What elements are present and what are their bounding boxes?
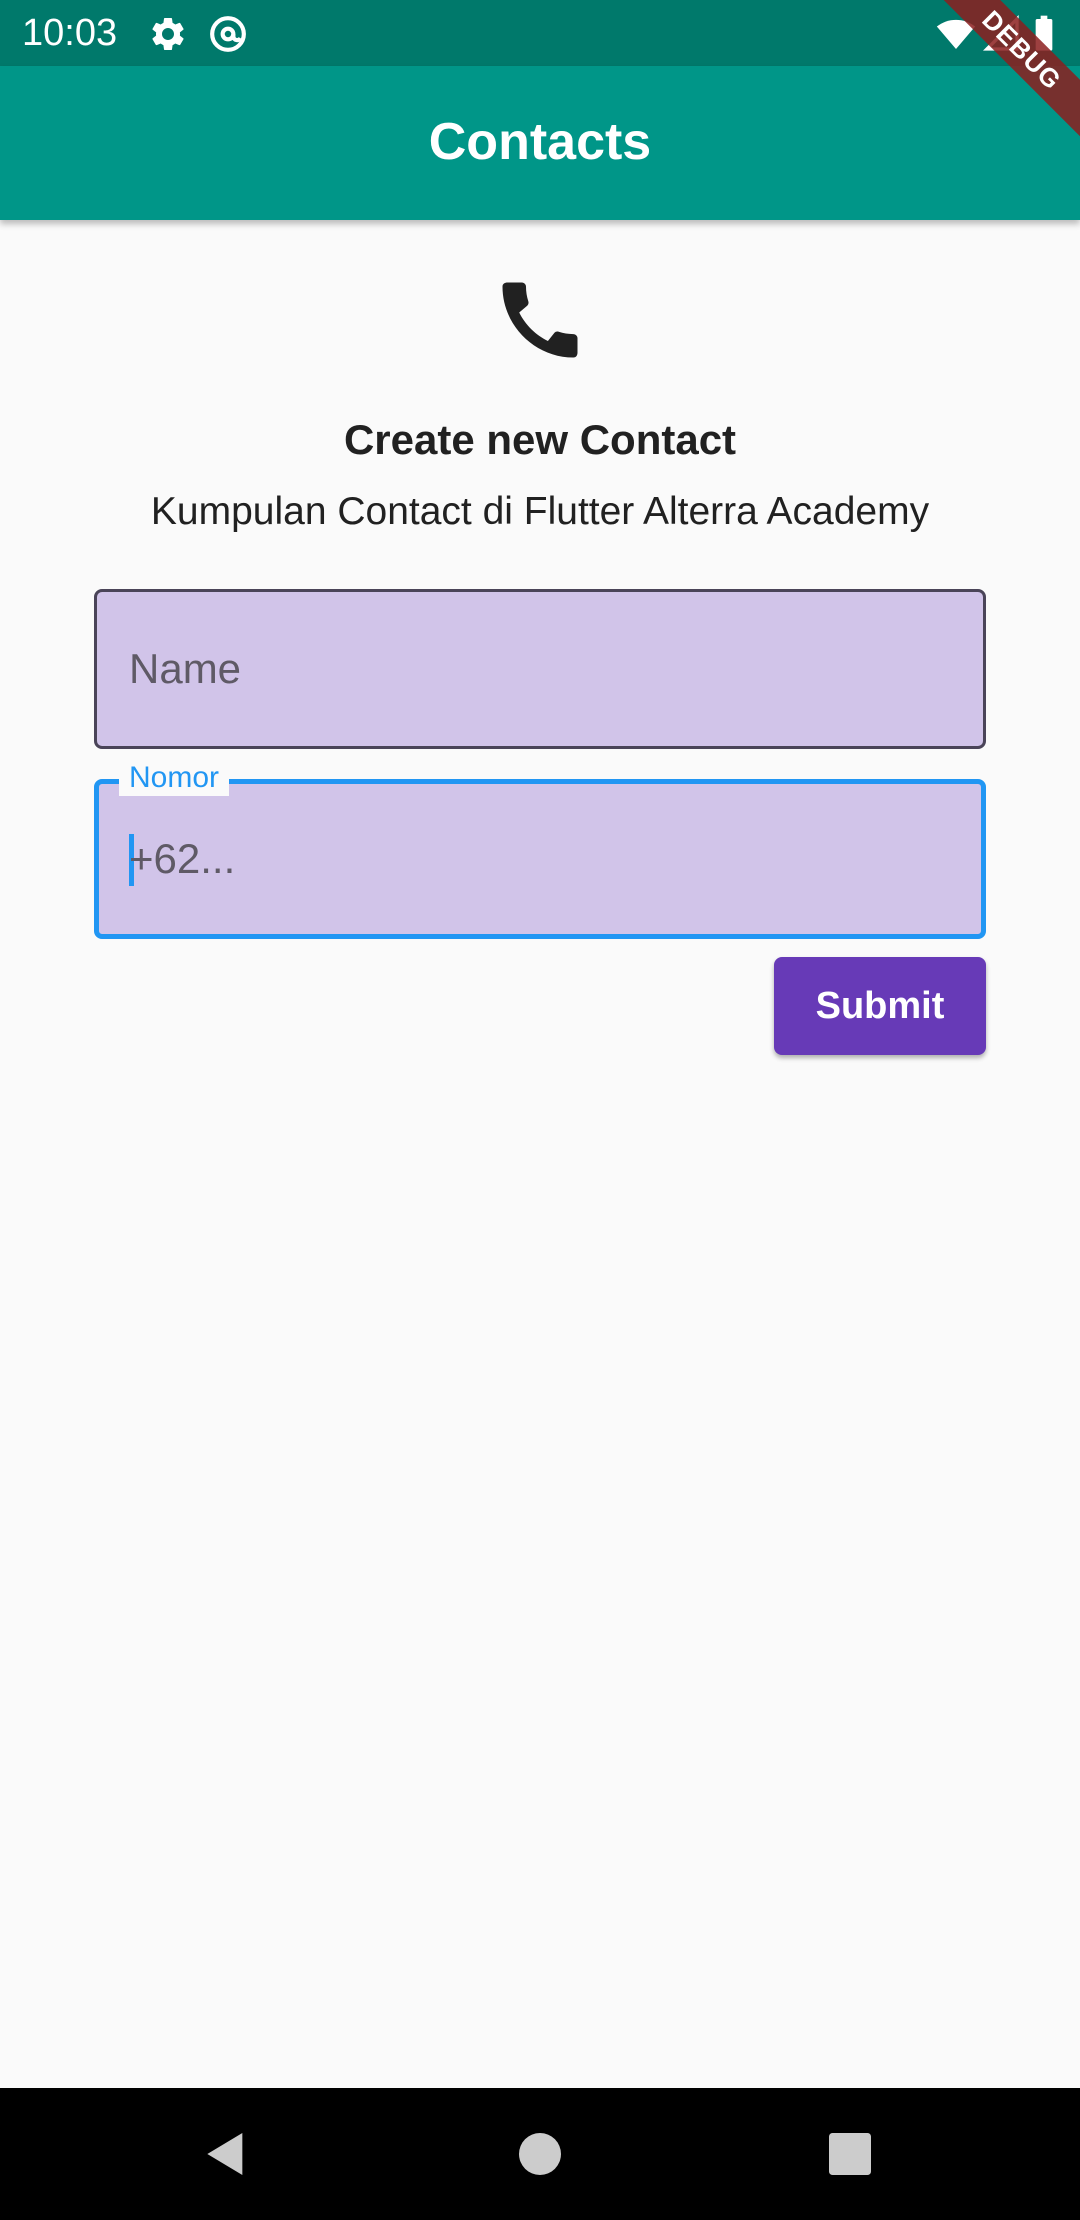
app-bar: Contacts <box>0 66 1080 220</box>
status-bar: 10:03 <box>0 0 1080 66</box>
back-icon[interactable] <box>198 2126 254 2182</box>
name-field-placeholder: Name <box>129 645 242 692</box>
status-time: 10:03 <box>22 12 118 54</box>
nav-bar <box>0 2088 1080 2220</box>
name-field[interactable]: Name <box>94 589 986 749</box>
page-subtitle: Kumpulan Contact di Flutter Alterra Acad… <box>150 490 930 533</box>
nomor-field-label: Nomor <box>119 760 230 796</box>
home-icon[interactable] <box>512 2126 568 2182</box>
phone-icon <box>490 270 590 370</box>
gear-icon <box>148 14 188 54</box>
nomor-field-placeholder: +62... <box>129 835 236 882</box>
submit-button[interactable]: Submit <box>774 957 986 1055</box>
page-title: Create new Contact <box>343 416 737 463</box>
at-sign-icon <box>208 14 248 54</box>
app-title: Contacts <box>428 113 652 171</box>
recents-icon[interactable] <box>822 2126 878 2182</box>
screen: 10:03 Contacts DEBUG Create new Contact … <box>0 0 1080 2220</box>
nomor-field[interactable]: Nomor +62... <box>94 760 986 939</box>
